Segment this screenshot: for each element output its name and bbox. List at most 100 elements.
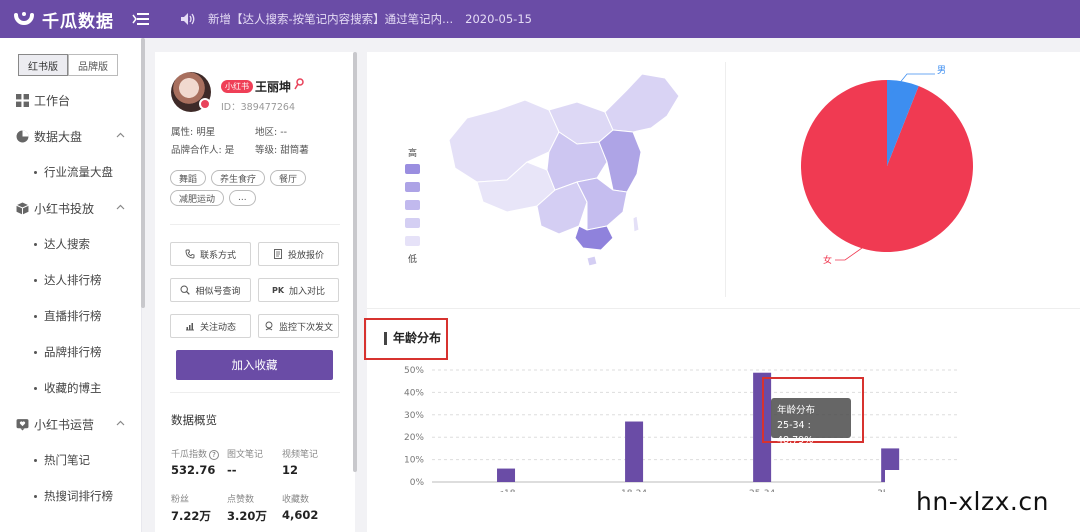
platform-tag: 小红书 <box>221 80 253 93</box>
gender-pie-chart[interactable] <box>787 66 987 266</box>
stat-label: 千瓜指数? <box>171 447 220 460</box>
button-label: 投放报价 <box>287 250 324 261</box>
brand-logo[interactable]: 千瓜数据 <box>14 7 124 32</box>
contact-button[interactable]: 联系方式 <box>170 242 251 266</box>
bullet-icon <box>34 170 37 174</box>
tag-chip[interactable]: 餐厅 <box>270 170 307 186</box>
map-region-south <box>574 225 614 251</box>
kol-id: ID：389477264 <box>221 102 296 113</box>
pie-label-female: 女 <box>823 256 833 266</box>
bar-18-24[interactable] <box>625 421 644 482</box>
stat-label: 图文笔记 <box>227 450 264 460</box>
sidebar-nav: 工作台 数据大盘 行业流量大盘 小红书投放 达人搜索 达人排行榜 直播排行榜 品… <box>0 82 141 514</box>
y-tick-label: 0% <box>410 478 425 488</box>
button-label: 相似号查询 <box>195 286 241 297</box>
divider <box>725 62 726 297</box>
add-favorite-button[interactable]: 加入收藏 <box>176 350 333 380</box>
map-legend-swatch[interactable] <box>405 182 420 192</box>
tag-list: 舞蹈 养生食疗 餐厅 减肥运动 ... <box>170 170 345 206</box>
tag-chip[interactable]: 养生食疗 <box>211 170 266 186</box>
map-region-northeast <box>604 73 680 133</box>
sidebar-group-label: 数据大盘 <box>34 129 83 144</box>
announcement-bar[interactable]: 新增【达人搜索-按笔记内容搜索】通过笔记内... 2020-05-15 <box>180 11 532 27</box>
announcement-text[interactable]: 新增【达人搜索-按笔记内容搜索】通过笔记内... <box>208 11 453 27</box>
chevron-up-icon <box>116 132 125 138</box>
map-legend-swatch[interactable] <box>405 218 420 228</box>
sidebar-item-hot-notes[interactable]: 热门笔记 <box>0 442 141 478</box>
verified-badge-icon <box>199 98 211 110</box>
sidebar-item-kol-search[interactable]: 达人搜索 <box>0 226 141 262</box>
bar-<18[interactable] <box>497 468 516 482</box>
y-tick-label: 20% <box>404 433 424 443</box>
region-map[interactable] <box>437 70 697 270</box>
sidebar-item-saved-bloggers[interactable]: 收藏的博主 <box>0 370 141 406</box>
menu-toggle-icon[interactable] <box>132 12 150 26</box>
map-legend-swatch[interactable] <box>405 200 420 210</box>
follow-activity-button[interactable]: 关注动态 <box>170 314 251 338</box>
female-leader-line <box>835 247 863 261</box>
placement-quote-button[interactable]: 投放报价 <box>258 242 339 266</box>
sidebar-item-hot-keywords[interactable]: 热搜词排行榜 <box>0 478 141 514</box>
tab-brand-version[interactable]: 品牌版 <box>68 54 118 76</box>
bullet-icon <box>34 242 37 246</box>
x-tick-label: 18-24 <box>621 489 647 492</box>
tag-chip[interactable]: 减肥运动 <box>170 190 225 206</box>
chevron-up-icon <box>116 204 125 210</box>
sidebar-item-label: 品牌排行榜 <box>44 345 102 359</box>
tooltip-value: 25-34 : 48.79% <box>777 420 814 446</box>
stat-value: 3.20万 <box>227 509 267 523</box>
cube-icon <box>16 202 29 214</box>
bullet-icon <box>34 314 37 318</box>
sidebar-group-label: 小红书投放 <box>34 201 95 216</box>
tab-red-version[interactable]: 红书版 <box>18 54 68 76</box>
map-legend-low: 低 <box>408 255 418 265</box>
help-icon[interactable]: ? <box>209 450 220 460</box>
stat-label: 粉丝 <box>171 495 190 505</box>
map-legend-swatch[interactable] <box>405 236 420 246</box>
action-buttons: 联系方式 投放报价 相似号查询 PK 加入对比 关注动态 监控下次发文 <box>170 242 340 338</box>
stat-value: 12 <box>282 463 299 477</box>
monitor-next-post-button[interactable]: 监控下次发文 <box>258 314 339 338</box>
sidebar-item-industry-traffic[interactable]: 行业流量大盘 <box>0 154 141 190</box>
sidebar-item-label: 热门笔记 <box>44 453 90 467</box>
grid-icon <box>16 93 29 107</box>
tag-chip[interactable]: 舞蹈 <box>170 170 207 186</box>
pin-icon[interactable] <box>294 78 304 90</box>
sidebar-group-dashboard[interactable]: 数据大盘 <box>0 118 141 154</box>
add-compare-button[interactable]: PK 加入对比 <box>258 278 339 302</box>
y-tick-label: 10% <box>404 456 424 466</box>
sidebar-item-kol-ranking[interactable]: 达人排行榜 <box>0 262 141 298</box>
sidebar-item-live-ranking[interactable]: 直播排行榜 <box>0 298 141 334</box>
tooltip-title: 年龄分布 <box>777 405 816 416</box>
map-region-taiwan <box>632 215 640 233</box>
activity-chart-icon <box>185 323 194 331</box>
age-distribution-title: 年龄分布 <box>384 332 441 345</box>
sidebar-item-label: 达人搜索 <box>44 237 90 251</box>
button-label: 监控下次发文 <box>278 322 333 333</box>
sidebar-item-label: 直播排行榜 <box>44 309 102 323</box>
sidebar: 红书版 品牌版 工作台 数据大盘 行业流量大盘 小红书投放 达人搜索 达人排行榜… <box>0 38 142 532</box>
map-legend-swatch[interactable] <box>405 164 420 174</box>
sidebar-item-label: 工作台 <box>34 93 71 108</box>
divider <box>367 308 1080 309</box>
kol-profile-panel: 小红书 王丽坤 ID：389477264 属性: 明星 地区: -- 品牌合作人… <box>155 52 355 532</box>
profile-scrollbar[interactable] <box>353 52 357 472</box>
sidebar-item-workbench[interactable]: 工作台 <box>0 82 141 118</box>
sidebar-group-operations[interactable]: 小红书运营 <box>0 406 141 442</box>
sidebar-group-label: 小红书运营 <box>34 417 95 432</box>
kol-name: 王丽坤 <box>255 80 292 94</box>
age-bar-chart[interactable]: 0%10%20%30%40%50% <1818-2425-3435-44 <box>387 362 967 492</box>
sidebar-item-brand-ranking[interactable]: 品牌排行榜 <box>0 334 141 370</box>
bullet-icon <box>34 458 37 462</box>
similar-search-button[interactable]: 相似号查询 <box>170 278 251 302</box>
stat-value: 7.22万 <box>171 509 211 523</box>
sidebar-scrollbar[interactable] <box>141 38 145 308</box>
attr-level: 等级: 甜筒薯 <box>255 145 309 156</box>
sidebar-group-placement[interactable]: 小红书投放 <box>0 190 141 226</box>
watermark: hn-xlzx.cn <box>885 470 1080 532</box>
bullet-icon <box>34 278 37 282</box>
more-tags-button[interactable]: ... <box>229 190 256 206</box>
pie-label-male: 男 <box>937 66 947 76</box>
attr-brand-coop: 品牌合作人: 是 <box>171 145 235 156</box>
overview-title: 数据概览 <box>171 413 217 427</box>
